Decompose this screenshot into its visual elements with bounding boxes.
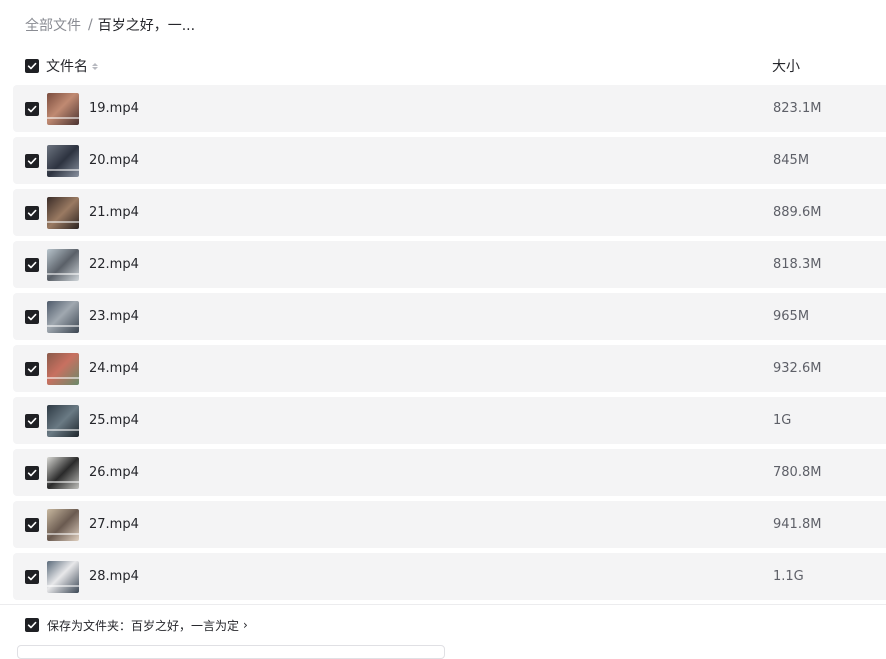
file-row[interactable]: 26.mp4 780.8M <box>13 449 886 496</box>
file-name: 26.mp4 <box>89 465 139 480</box>
breadcrumb: 全部文件 / 百岁之好，一... <box>25 14 195 36</box>
video-thumbnail <box>47 300 79 333</box>
file-size: 932.6M <box>773 361 822 376</box>
video-thumbnail <box>47 352 79 385</box>
file-size: 845M <box>773 153 810 168</box>
file-row[interactable]: 21.mp4 889.6M <box>13 189 886 236</box>
file-size: 889.6M <box>773 205 822 220</box>
file-name: 27.mp4 <box>89 517 139 532</box>
check-icon <box>27 62 37 70</box>
video-thumbnail <box>47 456 79 489</box>
video-thumbnail <box>47 144 79 177</box>
file-row[interactable]: 28.mp4 1.1G <box>13 553 886 600</box>
row-checkbox[interactable] <box>25 101 39 116</box>
select-all-checkbox[interactable] <box>25 59 39 73</box>
row-checkbox[interactable] <box>25 205 39 220</box>
file-size: 818.3M <box>773 257 822 272</box>
check-icon <box>27 157 37 164</box>
check-icon <box>27 573 37 580</box>
row-checkbox[interactable] <box>25 413 39 428</box>
row-checkbox[interactable] <box>25 569 39 584</box>
destination-input[interactable] <box>17 645 445 659</box>
video-thumbnail <box>47 508 79 541</box>
row-checkbox[interactable] <box>25 465 39 480</box>
column-header-name-label: 文件名 <box>46 59 88 75</box>
file-list: 19.mp4 823.1M 20.mp4 845M 21.mp4 889.6M … <box>13 85 886 605</box>
row-checkbox[interactable] <box>25 517 39 532</box>
file-name: 21.mp4 <box>89 205 139 220</box>
file-name: 24.mp4 <box>89 361 139 376</box>
file-row[interactable]: 25.mp4 1G <box>13 397 886 444</box>
check-icon <box>27 521 37 528</box>
file-size: 780.8M <box>773 465 822 480</box>
save-to-folder-checkbox[interactable] <box>25 618 39 632</box>
video-thumbnail <box>47 248 79 281</box>
check-icon <box>27 261 37 268</box>
row-checkbox[interactable] <box>25 153 39 168</box>
file-list-header: 文件名 大小 <box>25 54 886 78</box>
file-size: 1G <box>773 413 792 428</box>
video-thumbnail <box>47 196 79 229</box>
check-icon <box>27 417 37 424</box>
file-row[interactable]: 22.mp4 818.3M <box>13 241 886 288</box>
file-row[interactable]: 20.mp4 845M <box>13 137 886 184</box>
check-icon <box>27 105 37 112</box>
save-to-folder-label: 保存为文件夹：百岁之好，一言为定 <box>47 618 240 633</box>
file-name: 25.mp4 <box>89 413 139 428</box>
file-name: 28.mp4 <box>89 569 139 584</box>
file-name: 20.mp4 <box>89 153 139 168</box>
file-name: 22.mp4 <box>89 257 139 272</box>
file-size: 965M <box>773 309 810 324</box>
chevron-right-icon[interactable]: › <box>243 618 248 632</box>
sort-icon[interactable] <box>92 62 98 70</box>
column-header-size: 大小 <box>772 59 800 75</box>
check-icon <box>27 469 37 476</box>
file-size: 823.1M <box>773 101 822 116</box>
file-name: 19.mp4 <box>89 101 139 116</box>
file-size: 1.1G <box>773 569 804 584</box>
video-thumbnail <box>47 404 79 437</box>
check-icon <box>27 313 37 320</box>
video-thumbnail <box>47 560 79 593</box>
file-row[interactable]: 23.mp4 965M <box>13 293 886 340</box>
breadcrumb-separator: / <box>88 17 93 33</box>
column-header-name[interactable]: 文件名 <box>46 56 98 76</box>
row-checkbox[interactable] <box>25 309 39 324</box>
video-thumbnail <box>47 92 79 125</box>
row-checkbox[interactable] <box>25 257 39 272</box>
file-row[interactable]: 24.mp4 932.6M <box>13 345 886 392</box>
file-name: 23.mp4 <box>89 309 139 324</box>
breadcrumb-current: 百岁之好，一... <box>97 18 196 34</box>
check-icon <box>27 209 37 216</box>
check-icon <box>27 621 37 629</box>
footer-divider <box>0 604 886 605</box>
row-checkbox[interactable] <box>25 361 39 376</box>
check-icon <box>27 365 37 372</box>
breadcrumb-root-link[interactable]: 全部文件 <box>25 15 81 35</box>
file-row[interactable]: 27.mp4 941.8M <box>13 501 886 548</box>
save-to-folder-option[interactable]: 保存为文件夹：百岁之好，一言为定 › <box>25 617 248 633</box>
file-size: 941.8M <box>773 517 822 532</box>
file-row[interactable]: 19.mp4 823.1M <box>13 85 886 132</box>
